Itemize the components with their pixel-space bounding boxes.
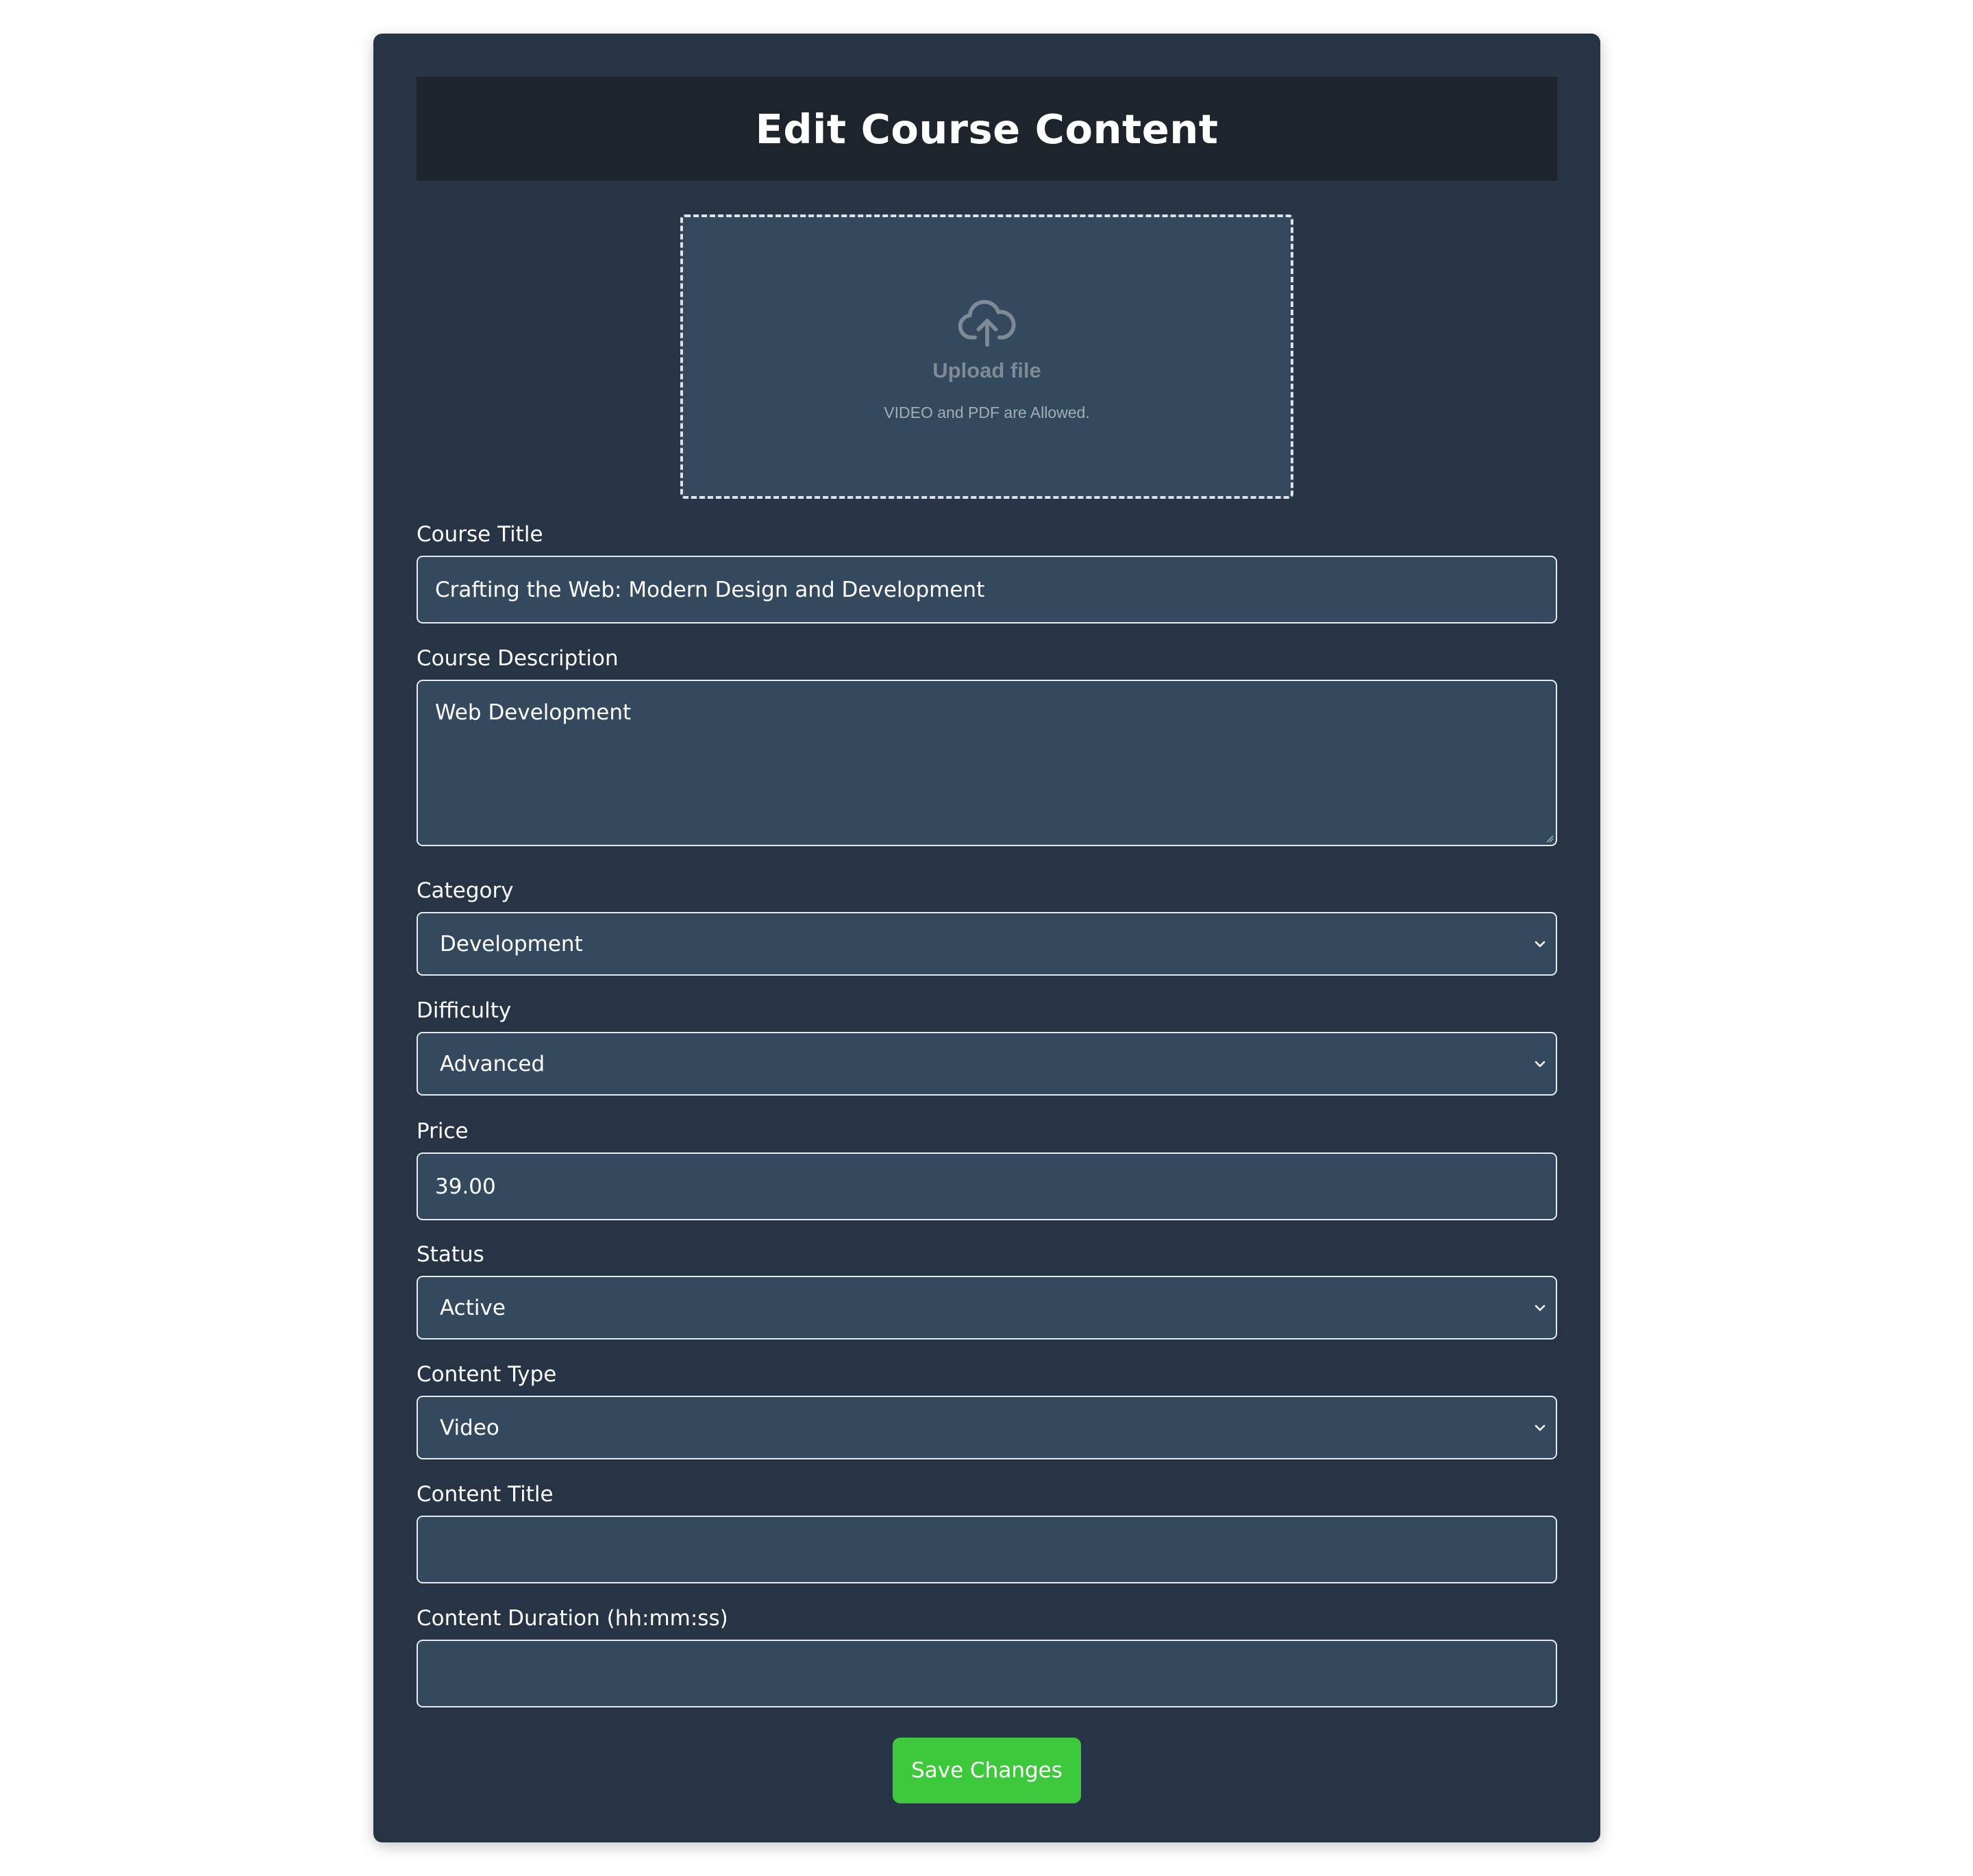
course-title-input[interactable]: Crafting the Web: Modern Design and Deve… <box>417 556 1557 624</box>
cloud-upload-icon <box>958 299 1015 347</box>
chevron-down-icon <box>1535 1424 1546 1431</box>
content-title-input[interactable] <box>417 1516 1557 1583</box>
content-type-label: Content Type <box>417 1362 557 1387</box>
course-title-label: Course Title <box>417 522 543 547</box>
status-label: Status <box>417 1242 484 1267</box>
price-input[interactable]: 39.00 <box>417 1152 1557 1220</box>
file-upload-dropzone[interactable]: Upload file VIDEO and PDF are Allowed. <box>680 214 1293 499</box>
page-header: Edit Course Content <box>417 77 1557 181</box>
edit-course-card: Edit Course Content Upload file VIDEO an… <box>373 34 1600 1842</box>
upload-hint: VIDEO and PDF are Allowed. <box>884 404 1090 421</box>
course-description-textarea[interactable]: Web Development <box>417 680 1557 846</box>
course-description-value: Web Development <box>435 700 632 725</box>
content-type-select[interactable]: Video <box>417 1396 1557 1459</box>
course-description-label: Course Description <box>417 646 619 671</box>
difficulty-select[interactable]: Advanced <box>417 1032 1557 1096</box>
difficulty-label: Difficulty <box>417 998 512 1023</box>
content-duration-input[interactable] <box>417 1640 1557 1707</box>
category-label: Category <box>417 878 514 903</box>
difficulty-value: Advanced <box>440 1051 545 1076</box>
category-value: Development <box>440 931 583 956</box>
upload-title: Upload file <box>932 358 1041 382</box>
content-type-value: Video <box>440 1415 499 1440</box>
content-duration-label: Content Duration (hh:mm:ss) <box>417 1606 728 1631</box>
resize-handle-icon[interactable] <box>1546 835 1554 843</box>
status-value: Active <box>440 1295 506 1320</box>
chevron-down-icon <box>1535 1061 1546 1067</box>
price-label: Price <box>417 1119 469 1144</box>
chevron-down-icon <box>1535 941 1546 947</box>
save-changes-button[interactable]: Save Changes <box>893 1738 1081 1803</box>
chevron-down-icon <box>1535 1305 1546 1311</box>
course-title-value: Crafting the Web: Modern Design and Deve… <box>435 577 985 602</box>
content-title-label: Content Title <box>417 1482 554 1507</box>
category-select[interactable]: Development <box>417 912 1557 976</box>
status-select[interactable]: Active <box>417 1276 1557 1340</box>
page-title: Edit Course Content <box>755 105 1219 153</box>
price-value: 39.00 <box>435 1174 496 1199</box>
